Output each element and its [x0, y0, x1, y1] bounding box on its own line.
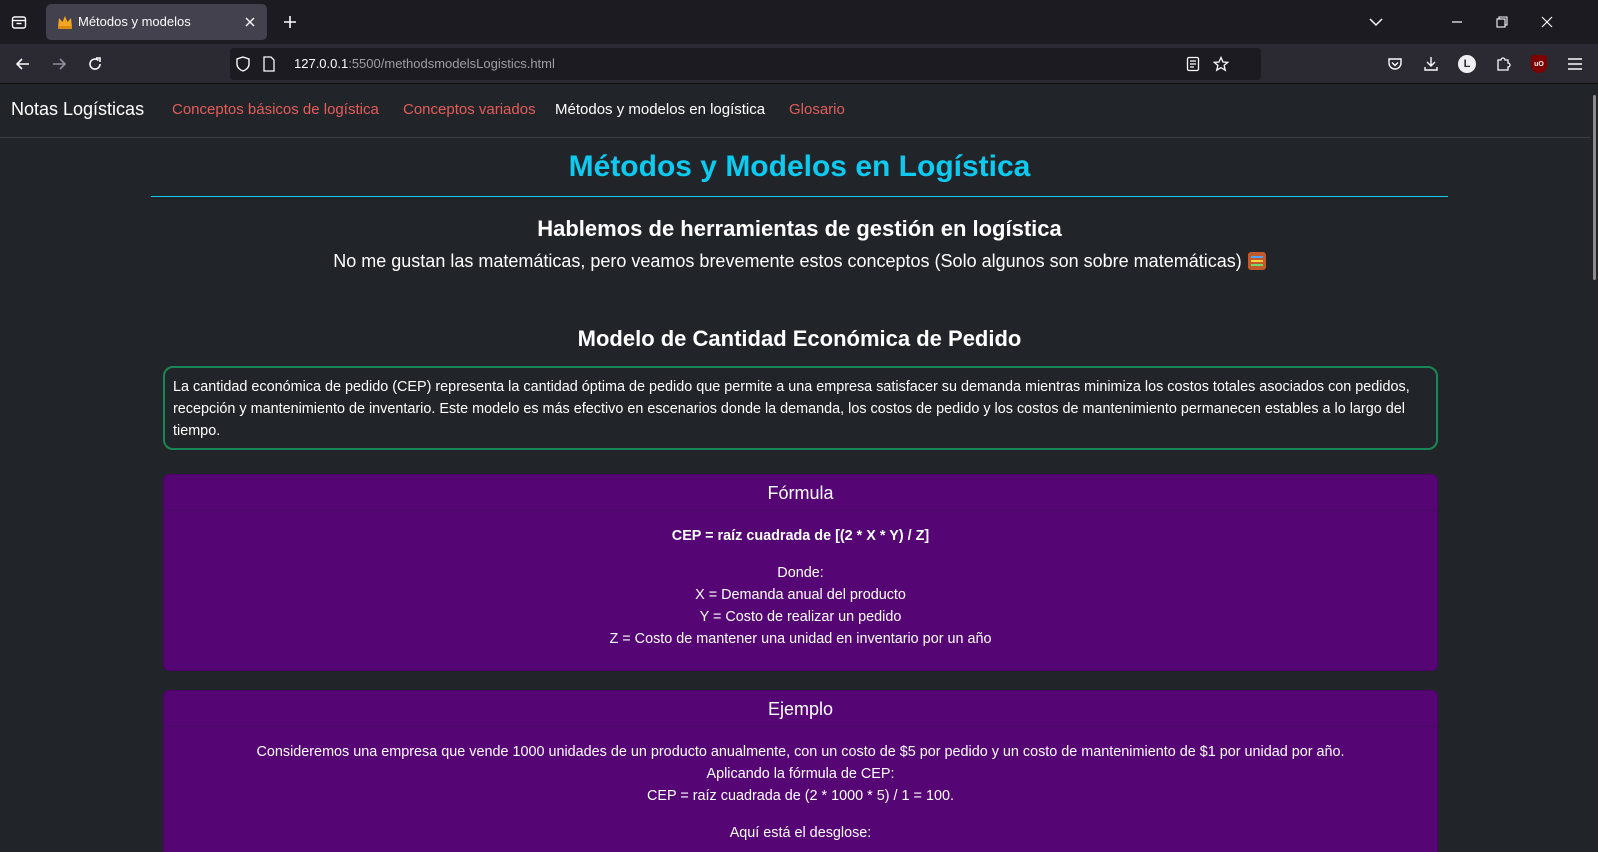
formula-line: X = Demanda anual del producto	[695, 587, 906, 603]
example-spacer	[164, 807, 1437, 822]
account-avatar-icon[interactable]: L	[1456, 53, 1478, 75]
abacus-emoji-icon	[1247, 252, 1266, 270]
hamburger-menu-icon[interactable]	[1564, 53, 1586, 75]
site-navbar: Notas Logísticas Conceptos básicos de lo…	[0, 85, 1590, 138]
page-tagline: No me gustan las matemáticas, pero veamo…	[150, 251, 1449, 272]
tab-overflow-chevron-icon[interactable]	[1366, 12, 1386, 32]
formula-card-body: CEP = raíz cuadrada de [(2 * X * Y) / Z]…	[164, 511, 1437, 650]
section-title: Modelo de Cantidad Económica de Pedido	[577, 326, 1022, 351]
address-bar[interactable]: 127.0.0.1:5500/methodsmodelsLogistics.ht…	[230, 48, 1261, 80]
url-host: 127.0.0.1	[294, 56, 349, 71]
forward-arrow-icon[interactable]	[48, 53, 70, 75]
formula-line: Y = Costo de realizar un pedido	[699, 609, 902, 625]
pocket-icon[interactable]	[1384, 53, 1406, 75]
formula-text: CEP = raíz cuadrada de [(2 * X * Y) / Z]	[671, 528, 930, 544]
intro-box: La cantidad económica de pedido (CEP) re…	[163, 366, 1438, 450]
formula-where: Donde:	[777, 565, 824, 581]
example-line: Consideremos una empresa que vende 1000 …	[256, 744, 1345, 760]
ublock-label: uO	[1531, 55, 1547, 73]
web-page: Notas Logísticas Conceptos básicos de lo…	[0, 85, 1598, 852]
browser-tab-active[interactable]: Métodos y modelos	[46, 4, 267, 40]
formula-card-header: Fórmula	[164, 475, 1437, 511]
tab-title: Métodos y modelos	[78, 14, 191, 29]
nav-link-glosario[interactable]: Glosario	[789, 101, 845, 118]
example-card-body: Consideremos una empresa que vende 1000 …	[164, 727, 1437, 844]
formula-line: Z = Costo de mantener una unidad en inve…	[609, 631, 992, 647]
back-arrow-icon[interactable]	[12, 53, 34, 75]
url-text: 127.0.0.1:5500/methodsmodelsLogistics.ht…	[294, 56, 555, 71]
ublock-origin-icon[interactable]: uO	[1528, 53, 1550, 75]
example-line: CEP = raíz cuadrada de (2 * 1000 * 5) / …	[647, 788, 954, 804]
tab-list-icon[interactable]	[8, 11, 30, 33]
new-tab-plus-icon[interactable]	[279, 11, 301, 33]
extensions-puzzle-icon[interactable]	[1492, 53, 1514, 75]
reader-view-icon[interactable]	[1184, 55, 1202, 73]
page-info-icon[interactable]	[260, 55, 278, 73]
tagline-text: No me gustan las matemáticas, pero veamo…	[333, 251, 1242, 271]
example-line: Aplicando la fórmula de CEP:	[706, 766, 895, 782]
avatar-initial: L	[1458, 55, 1476, 73]
browser-tab-bar: Métodos y modelos	[0, 0, 1598, 44]
page-scrollbar[interactable]	[1593, 95, 1596, 280]
example-breakdown: Aquí está el desglose:	[729, 825, 872, 841]
minimize-icon[interactable]	[1447, 12, 1467, 32]
nav-link-metodos-modelos[interactable]: Métodos y modelos en logística	[555, 101, 765, 118]
example-card-header: Ejemplo	[164, 691, 1437, 727]
shield-icon[interactable]	[234, 55, 252, 73]
page-title: Métodos y Modelos en Logística	[568, 150, 1031, 183]
page-subtitle: Hablemos de herramientas de gestión en l…	[537, 216, 1062, 241]
formula-card: Fórmula CEP = raíz cuadrada de [(2 * X *…	[163, 474, 1438, 671]
close-window-icon[interactable]	[1537, 12, 1557, 32]
bookmark-star-icon[interactable]	[1212, 55, 1230, 73]
nav-link-conceptos-basicos[interactable]: Conceptos básicos de logística	[172, 101, 379, 118]
reload-icon[interactable]	[84, 53, 106, 75]
restore-icon[interactable]	[1492, 12, 1512, 32]
close-tab-icon[interactable]	[241, 13, 259, 31]
title-divider	[151, 196, 1448, 197]
url-path: :5500/methodsmodelsLogistics.html	[348, 56, 555, 71]
browser-toolbar: 127.0.0.1:5500/methodsmodelsLogistics.ht…	[0, 44, 1598, 84]
nav-link-conceptos-variados[interactable]: Conceptos variados	[403, 101, 536, 118]
downloads-icon[interactable]	[1420, 53, 1442, 75]
example-card: Ejemplo Consideremos una empresa que ven…	[163, 690, 1438, 852]
crown-favicon-icon	[57, 14, 73, 30]
site-brand[interactable]: Notas Logísticas	[11, 99, 144, 120]
